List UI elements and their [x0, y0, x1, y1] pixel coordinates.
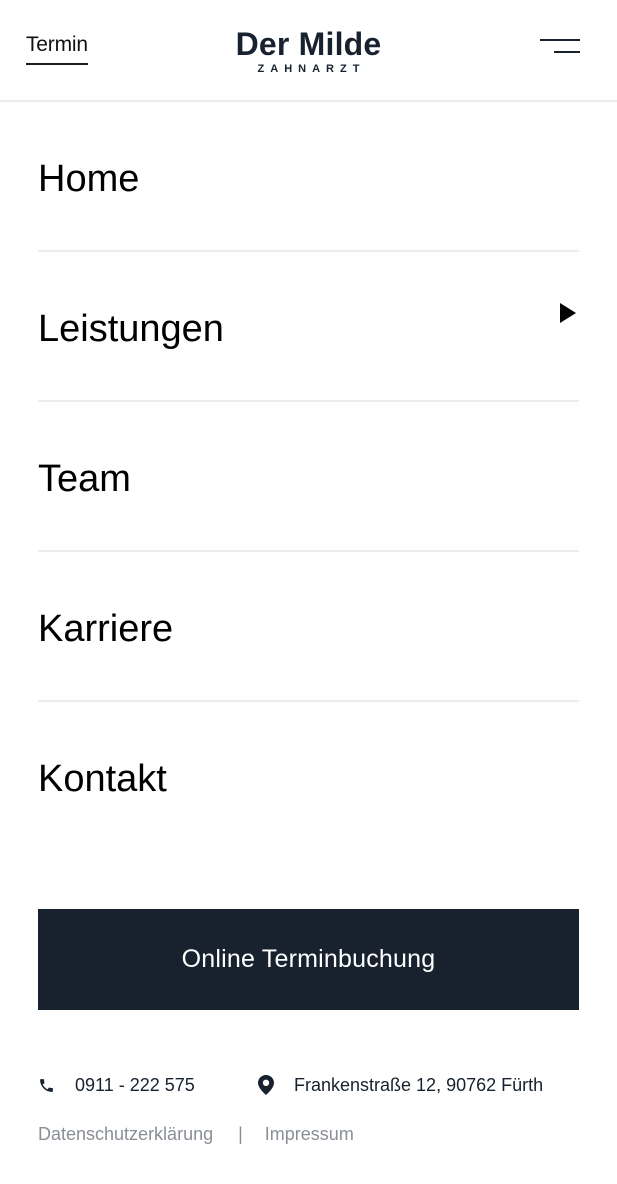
nav-item-leistungen[interactable]: Leistungen — [38, 252, 579, 402]
nav-item-karriere[interactable]: Karriere — [38, 552, 579, 702]
main-navigation: Home Leistungen Team Karriere Kontakt — [38, 102, 579, 852]
logo-title: Der Milde — [235, 26, 382, 62]
contact-phone[interactable]: 0911 - 222 575 — [38, 1073, 195, 1097]
nav-item-kontakt[interactable]: Kontakt — [38, 702, 579, 852]
logo-subtitle: ZAHNARZT — [257, 63, 366, 75]
nav-item-label: Karriere — [38, 608, 174, 650]
footer-separator: | — [238, 1124, 243, 1144]
contact-address[interactable]: Frankenstraße 12, 90762 Fürth — [258, 1073, 543, 1097]
menu-lines-icon — [540, 39, 580, 41]
nav-item-team[interactable]: Team — [38, 402, 579, 552]
imprint-link[interactable]: Impressum — [265, 1122, 354, 1146]
online-booking-button[interactable]: Online Terminbuchung — [38, 909, 579, 1010]
play-arrow-icon[interactable] — [559, 302, 577, 324]
nav-item-label: Leistungen — [38, 308, 224, 350]
nav-item-label: Kontakt — [38, 758, 167, 800]
nav-item-label: Team — [38, 458, 131, 500]
phone-icon — [40, 1078, 53, 1092]
logo[interactable]: Der Milde ZAHNARZT — [0, 26, 617, 76]
footer-links: Datenschutzerklärung | Impressum — [38, 1122, 354, 1146]
nav-item-home[interactable]: Home — [38, 102, 579, 252]
phone-number: 0911 - 222 575 — [75, 1075, 195, 1095]
nav-item-label: Home — [38, 158, 140, 200]
address-text: Frankenstraße 12, 90762 Fürth — [294, 1075, 544, 1095]
menu-toggle-button[interactable] — [538, 38, 580, 58]
map-pin-icon — [258, 1075, 274, 1095]
privacy-link[interactable]: Datenschutzerklärung — [38, 1122, 213, 1146]
menu-line-short — [554, 51, 580, 53]
site-header: Termin Der Milde ZAHNARZT — [0, 0, 617, 102]
